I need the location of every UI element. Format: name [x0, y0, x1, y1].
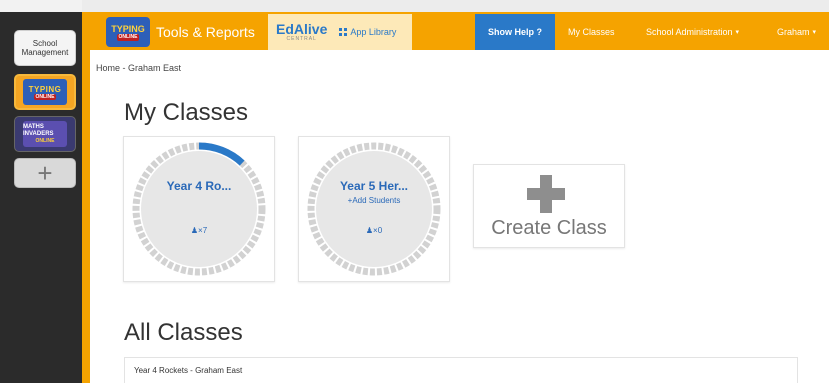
add-students-link[interactable]: +Add Students	[299, 196, 449, 205]
school-management-tab[interactable]: School Management	[14, 30, 76, 66]
progress-ring	[307, 142, 441, 276]
users-icon: ♟	[190, 226, 199, 235]
breadcrumb[interactable]: Home - Graham East	[96, 63, 181, 73]
typing-online-logo: TYPING ONLINE	[23, 79, 67, 105]
class-name: Year 5 Her...	[339, 179, 409, 193]
school-administration-label: School Administration	[646, 27, 733, 37]
class-name: Year 4 Ro...	[166, 179, 232, 193]
app-switcher-rail: School Management TYPING ONLINE MATHS INV…	[0, 0, 82, 383]
plus-icon-bar	[527, 188, 565, 200]
nav-user-menu[interactable]: Graham ▾	[777, 14, 816, 50]
tools-reports-label: Tools & Reports	[156, 24, 255, 40]
maths-invaders-logo: MATHS INVADERS ONLINE	[23, 121, 67, 147]
grid-icon	[339, 28, 348, 36]
progress-ring	[132, 142, 266, 276]
plus-icon: +	[37, 158, 53, 188]
all-classes-heading: All Classes	[124, 319, 243, 346]
rail-top-strip	[0, 0, 82, 12]
create-class-label: Create Class	[491, 217, 607, 239]
app-library-link[interactable]: App Library	[339, 27, 396, 37]
add-app-button[interactable]: +	[14, 158, 76, 188]
class-card-year-5[interactable]: Year 5 Her... +Add Students ♟×0	[298, 136, 450, 282]
orange-frame-left	[82, 0, 90, 383]
show-help-button[interactable]: Show Help ?	[475, 14, 555, 50]
chevron-down-icon: ▾	[735, 29, 740, 36]
ring-fill	[141, 151, 257, 267]
users-icon: ♟	[365, 226, 374, 235]
edalive-central-panel: EdAlive CENTRAL App Library	[268, 14, 412, 50]
all-classes-row[interactable]: Year 4 Rockets - Graham East	[124, 357, 798, 383]
nav-my-classes[interactable]: My Classes	[568, 14, 615, 50]
chevron-down-icon: ▾	[812, 29, 817, 36]
app-library-label: App Library	[350, 27, 397, 37]
ring-fill	[316, 151, 432, 267]
user-name-label: Graham	[777, 27, 810, 37]
top-navigation: TYPING ONLINE Tools & Reports EdAlive CE…	[82, 14, 829, 50]
student-count: ♟×0	[365, 226, 383, 235]
typing-online-tab[interactable]: TYPING ONLINE	[14, 74, 76, 110]
create-class-button[interactable]: Create Class	[473, 164, 625, 248]
top-bar-shadow	[82, 0, 829, 12]
maths-invaders-tab[interactable]: MATHS INVADERS ONLINE	[14, 116, 76, 152]
nav-school-administration[interactable]: School Administration ▾	[646, 14, 739, 50]
class-card-year-4[interactable]: Year 4 Ro... ♟×7	[123, 136, 275, 282]
edalive-central-logo[interactable]: EdAlive CENTRAL	[276, 22, 327, 42]
school-management-label: School Management	[21, 39, 69, 57]
tools-reports-brand[interactable]: TYPING ONLINE Tools & Reports	[106, 14, 255, 50]
my-classes-heading: My Classes	[124, 99, 249, 126]
student-count: ♟×7	[190, 226, 208, 235]
typing-online-brand-logo: TYPING ONLINE	[106, 17, 150, 47]
